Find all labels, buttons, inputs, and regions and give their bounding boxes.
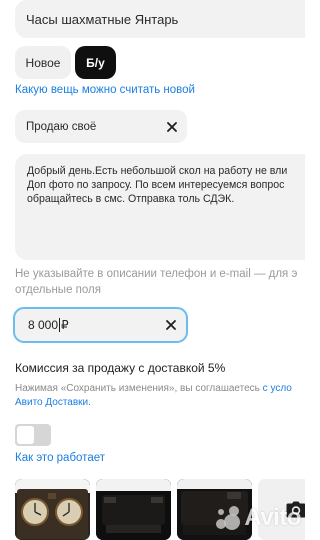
- condition-used-button[interactable]: Б/у: [75, 46, 116, 79]
- description-line: Доп фото по запросу. По всем интересуемс…: [27, 179, 285, 191]
- description-line: обращайтесь в смс. Отправка толь СДЭК.: [27, 193, 235, 205]
- clear-icon[interactable]: [165, 319, 177, 331]
- title-input[interactable]: Часы шахматные Янтарь: [15, 0, 305, 38]
- delivery-toggle[interactable]: [15, 424, 51, 446]
- clock-photo-icon: [15, 479, 90, 540]
- which-new-link[interactable]: Какую вещь можно считать новой: [15, 84, 195, 96]
- sale-type-field[interactable]: Продаю своё: [15, 110, 187, 143]
- clock-photo-icon: [96, 479, 171, 540]
- contacts-hint-line: Не указывайте в описании телефон и e‑mai…: [15, 268, 298, 280]
- contacts-hint-line: отдельные поля: [15, 284, 101, 296]
- description-textarea[interactable]: Добрый день.Есть небольшой скол на работ…: [15, 154, 305, 260]
- terms-link[interactable]: с усло: [263, 383, 292, 394]
- commission-text: Комиссия за продажу с доставкой 5%: [15, 361, 226, 375]
- toggle-knob: [17, 426, 34, 444]
- sale-type-value: Продаю своё: [26, 120, 97, 133]
- item-edit-form: Часы шахматные Янтарь Новое Б/у Какую ве…: [0, 0, 305, 540]
- avito-watermark: Avito: [215, 504, 301, 532]
- condition-selector: Новое Б/у: [15, 46, 116, 79]
- how-it-works-link[interactable]: Как это работает: [15, 452, 105, 464]
- price-value: 8 000: [28, 318, 59, 332]
- text-caret: [59, 318, 61, 332]
- clear-icon[interactable]: [166, 121, 178, 133]
- title-input-value: Часы шахматные Янтарь: [26, 11, 179, 27]
- agreement-prefix: Нажимая «Сохранить изменения», вы соглаш…: [15, 383, 263, 394]
- price-input[interactable]: 8 000 ₽: [13, 307, 188, 343]
- agreement-text: Нажимая «Сохранить изменения», вы соглаш…: [15, 382, 305, 410]
- item-photo[interactable]: [15, 479, 90, 540]
- condition-new-label: Новое: [25, 55, 61, 70]
- contacts-hint: Не указывайте в описании телефон и e‑mai…: [15, 266, 305, 298]
- description-line: Добрый день.Есть небольшой скол на работ…: [27, 165, 288, 177]
- avito-watermark-text: Avito: [244, 504, 301, 531]
- price-currency: ₽: [61, 318, 69, 332]
- condition-new-button[interactable]: Новое: [15, 46, 71, 79]
- delivery-terms-link[interactable]: Авито Доставки.: [15, 397, 91, 408]
- item-photo[interactable]: [96, 479, 171, 540]
- avito-logo-icon: [216, 506, 241, 530]
- condition-used-label: Б/у: [86, 55, 105, 70]
